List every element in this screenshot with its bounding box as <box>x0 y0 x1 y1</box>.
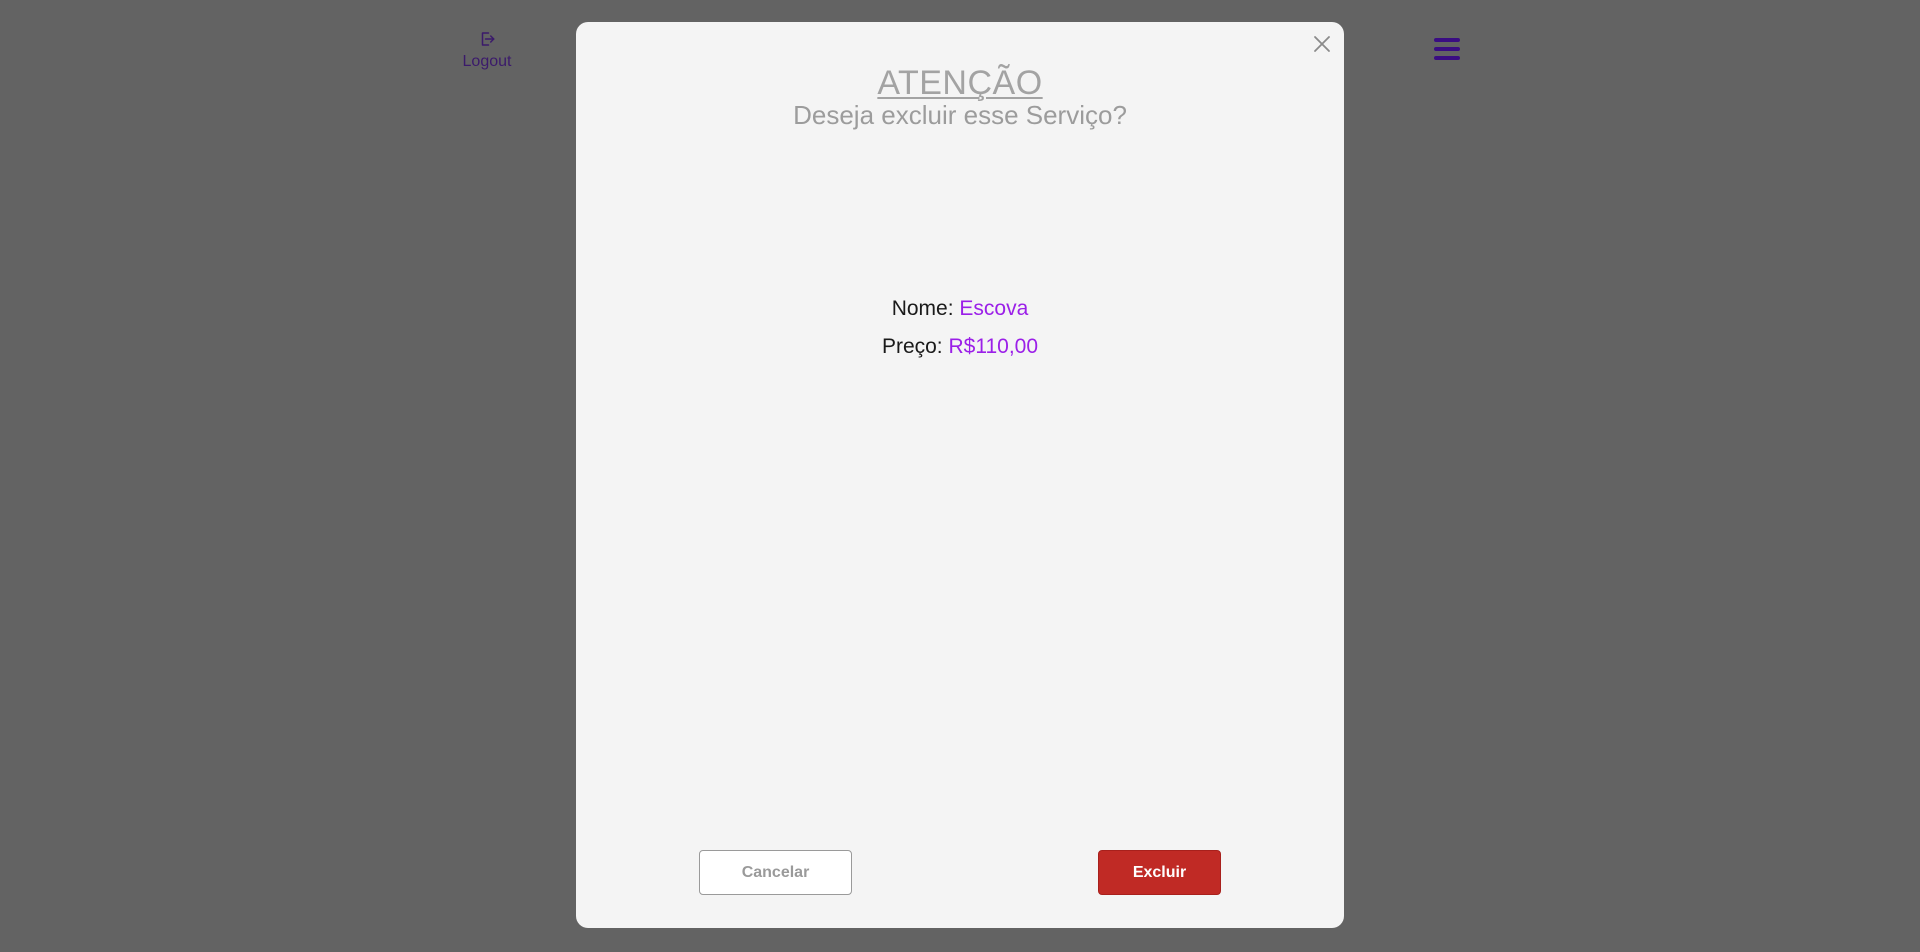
logout-button[interactable]: Logout <box>455 30 519 71</box>
modal-subtitle: Deseja excluir esse Serviço? <box>793 100 1127 130</box>
service-name-row: Nome: Escova <box>576 297 1344 321</box>
modal-title: ATENÇÃO <box>877 64 1043 102</box>
logout-icon <box>478 30 496 53</box>
logout-label: Logout <box>462 53 512 70</box>
service-price-value: R$110,00 <box>948 335 1039 358</box>
close-icon[interactable] <box>1310 32 1334 56</box>
cancel-button[interactable]: Cancelar <box>699 850 852 895</box>
service-name-label: Nome: <box>891 297 954 320</box>
hamburger-menu-icon[interactable] <box>1434 38 1460 60</box>
delete-button[interactable]: Excluir <box>1098 850 1221 895</box>
service-price-row: Preço: R$110,00 <box>576 335 1344 359</box>
service-price-label: Preço: <box>881 335 943 358</box>
delete-confirmation-modal: ATENÇÃO Deseja excluir esse Serviço? Nom… <box>576 22 1344 928</box>
service-name-value: Escova <box>959 297 1029 320</box>
